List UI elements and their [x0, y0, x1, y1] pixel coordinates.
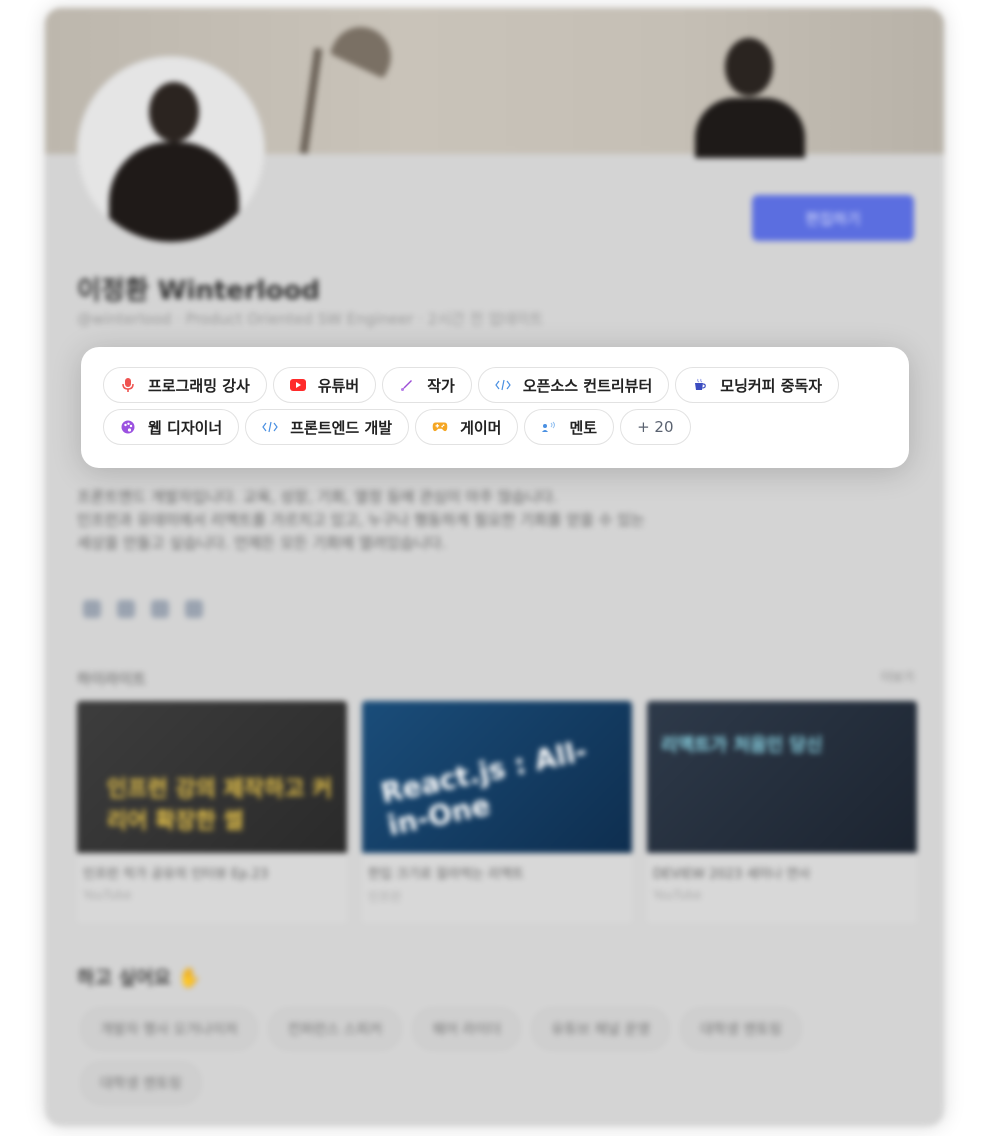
video-card[interactable]: React.js : All-in-One 한입 크기로 잘라먹는 리액트 인프…	[362, 701, 632, 923]
highlights-more-link[interactable]: 더보기	[881, 668, 914, 685]
tag-opensource-contributor[interactable]: 오픈소스 컨트리뷰터	[477, 367, 670, 403]
tag-web-designer[interactable]: 웹 디자이너	[103, 409, 240, 445]
tag-panel: 프로그래밍 강사 유튜버 작가 오픈소스 컨트리뷰터 모닝커피 중독자 웹 디자…	[81, 347, 909, 468]
coffee-icon	[692, 377, 708, 393]
thumbnail-text: 인프런 강의 제작하고 커리어 확장한 썰	[107, 777, 333, 834]
instagram-icon[interactable]	[151, 600, 169, 618]
tag-writer[interactable]: 작가	[382, 367, 472, 403]
thumbnail-text: 리액트가 처음인 당신	[661, 735, 823, 756]
palette-icon	[120, 419, 136, 435]
tag-label: 게이머	[460, 418, 502, 437]
cover-person	[695, 38, 805, 158]
want-tag[interactable]: 대학생 멘토링	[81, 1062, 201, 1104]
want-tag[interactable]: 유튜브 채널 운영	[532, 1008, 670, 1050]
tag-label: 웹 디자이너	[148, 418, 223, 437]
video-card[interactable]: 리액트가 처음인 당신 DEVIEW 2023 세미나 연사 YouTube	[647, 701, 917, 923]
video-title: 한입 크기로 잘라먹는 리액트	[368, 867, 524, 882]
profile-bio: 프론트엔드 개발자입니다. 교육, 성장, 기회, 열정 등에 관심이 아주 많…	[77, 486, 777, 555]
profile-subline: @winterlood · Product Oriented SW Engine…	[77, 310, 544, 328]
microphone-icon	[120, 377, 136, 393]
lamp-pole	[299, 47, 323, 155]
want-tag[interactable]: 개발자 행사 오거나이저	[81, 1008, 257, 1050]
code-icon	[495, 377, 511, 393]
tag-morning-coffee[interactable]: 모닝커피 중독자	[675, 367, 840, 403]
video-title: 인프런 작가 공유의 인터뷰 Ep.23	[83, 867, 269, 882]
tag-label: 작가	[427, 376, 455, 395]
want-tag[interactable]: 대학생 멘토링	[681, 1008, 801, 1050]
video-card[interactable]: 인프런 강의 제작하고 커리어 확장한 썰 인프런 작가 공유의 인터뷰 Ep.…	[77, 701, 347, 923]
twitter-icon[interactable]	[185, 600, 203, 618]
lamp-head	[329, 17, 401, 79]
edit-button[interactable]: 편집하기	[752, 195, 914, 241]
profile-card: 편집하기 이정환 Winterlood @winterlood · Produc…	[45, 8, 944, 1126]
email-icon[interactable]	[83, 600, 101, 618]
mentor-icon	[541, 419, 557, 435]
tag-gamer[interactable]: 게이머	[415, 409, 519, 445]
want-tag[interactable]: 웨어 라이더	[413, 1008, 521, 1050]
bio-line: 인프런과 유데미에서 리액트를 가르치고 있고, 누구나 행동하게 필요한 기회…	[77, 511, 645, 529]
linkedin-icon[interactable]	[117, 600, 135, 618]
tag-list: 프로그래밍 강사 유튜버 작가 오픈소스 컨트리뷰터 모닝커피 중독자 웹 디자…	[103, 367, 893, 445]
tag-youtuber[interactable]: 유튜버	[272, 367, 377, 403]
bio-line: 세상을 만들고 싶습니다. 언제든 모든 기회에 열려있습니다.	[77, 534, 447, 552]
social-links	[83, 600, 203, 618]
video-source: 인프런	[368, 890, 402, 904]
want-tag-list: 개발자 행사 오거나이저 컨퍼런스 스피커 웨어 라이더 유튜브 채널 운영 대…	[81, 1008, 821, 1104]
want-tag[interactable]: 컨퍼런스 스피커	[268, 1008, 402, 1050]
video-title: DEVIEW 2023 세미나 연사	[653, 867, 811, 882]
code-icon	[262, 419, 278, 435]
pen-icon	[399, 377, 415, 393]
highlights-title: 하이라이트	[77, 670, 147, 688]
avatar[interactable]	[77, 56, 265, 244]
youtube-icon	[289, 377, 306, 393]
tag-mentor[interactable]: 멘토	[524, 409, 615, 445]
tag-label: 오픈소스 컨트리뷰터	[522, 376, 653, 395]
want-title: 하고 싶어요 ✋	[77, 967, 202, 989]
tag-programming-instructor[interactable]: 프로그래밍 강사	[103, 367, 267, 403]
tag-label: 멘토	[569, 418, 598, 437]
tag-label: 유튜버	[317, 376, 360, 395]
tag-label: 모닝커피 중독자	[720, 376, 823, 395]
more-tags-button[interactable]: + 20	[620, 409, 691, 445]
profile-name: 이정환 Winterlood	[77, 276, 321, 306]
video-source: YouTube	[653, 888, 702, 902]
tag-label: 프론트엔드 개발	[290, 418, 393, 437]
bio-line: 프론트엔드 개발자입니다. 교육, 성장, 기회, 열정 등에 관심이 아주 많…	[77, 488, 558, 506]
tag-frontend-dev[interactable]: 프론트엔드 개발	[245, 409, 410, 445]
video-thumbnail	[647, 701, 917, 853]
tag-label: 프로그래밍 강사	[148, 376, 250, 395]
video-source: YouTube	[83, 888, 132, 902]
gamepad-icon	[432, 419, 448, 435]
